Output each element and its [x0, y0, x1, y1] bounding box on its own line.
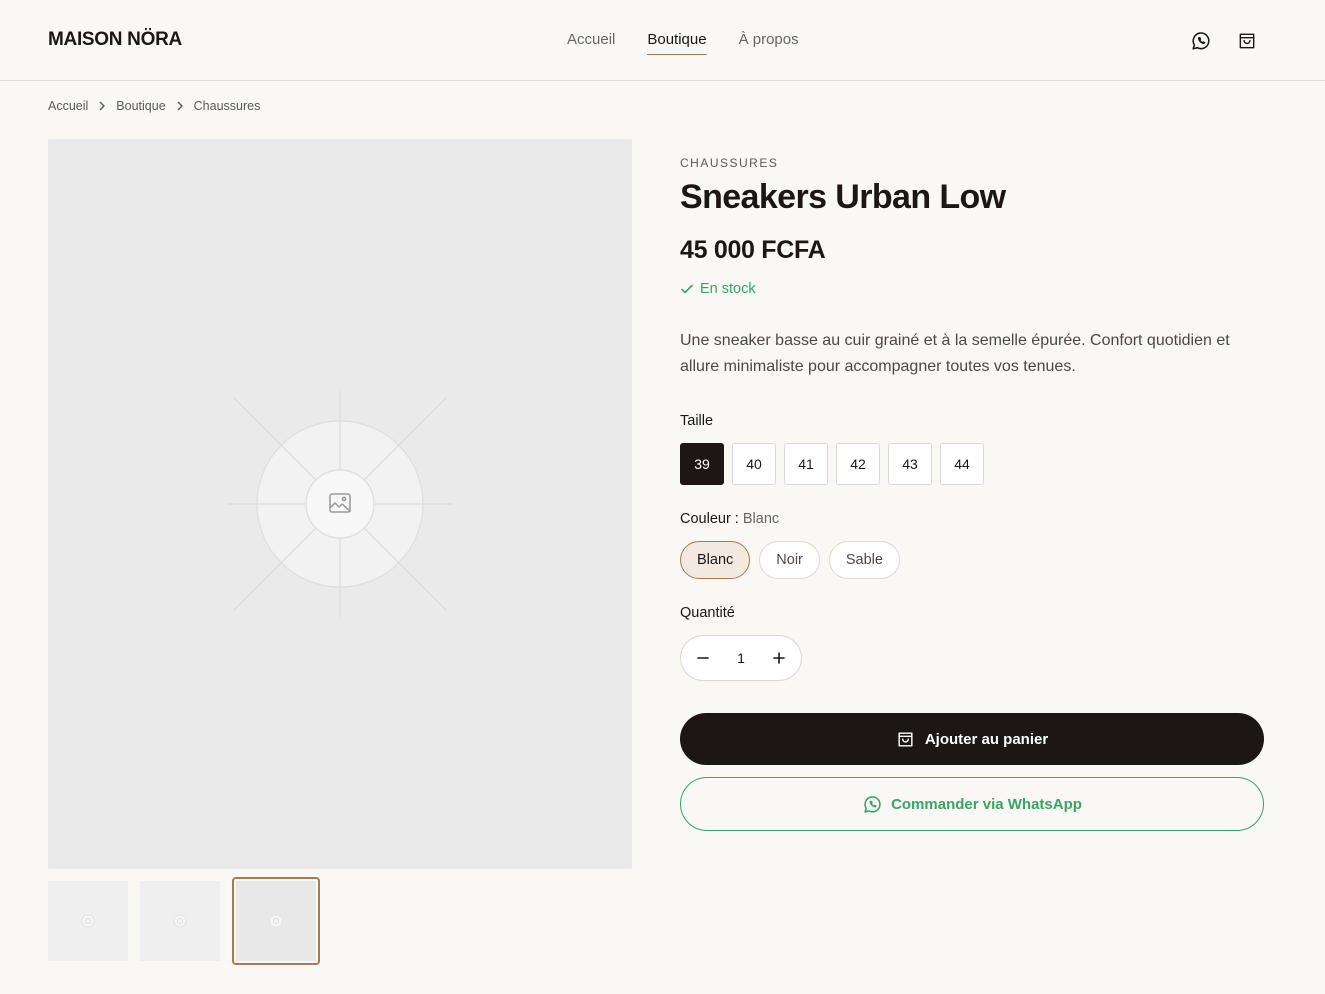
size-option-40[interactable]: 40: [732, 443, 776, 485]
breadcrumb: Accueil Boutique Chaussures: [48, 99, 260, 113]
product-description: Une sneaker basse au cuir grainé et à la…: [680, 332, 1230, 375]
image-placeholder-icon: [228, 391, 452, 617]
add-to-cart-label: Ajouter au panier: [924, 730, 1049, 748]
site-logo[interactable]: MAISON NÖRA: [48, 29, 182, 51]
image-placeholder-icon: [173, 914, 187, 928]
color-selector: Blanc Noir Sable: [680, 541, 900, 579]
image-placeholder-icon: [269, 914, 283, 928]
whatsapp-order-label: Commander via WhatsApp: [891, 795, 1082, 813]
nav-boutique[interactable]: Boutique: [647, 31, 707, 55]
thumbnail-2[interactable]: [140, 881, 220, 961]
whatsapp-icon: [864, 795, 881, 813]
size-label: Taille: [680, 413, 714, 429]
color-option-noir[interactable]: Noir: [759, 541, 820, 579]
breadcrumb-boutique[interactable]: Boutique: [116, 99, 165, 113]
minus-icon[interactable]: [695, 650, 711, 666]
quantity-value[interactable]: 1: [737, 650, 745, 666]
thumbnail-1[interactable]: [48, 881, 128, 961]
selected-color-value: Blanc: [742, 511, 780, 527]
stock-status: En stock: [680, 281, 756, 297]
nav-a-propos[interactable]: À propos: [739, 31, 799, 55]
color-option-blanc[interactable]: Blanc: [680, 541, 751, 579]
add-to-cart-button[interactable]: Ajouter au panier: [680, 713, 1264, 765]
quantity-stepper: 1: [680, 635, 802, 681]
chevron-right-icon: [176, 101, 184, 111]
shopping-bag-icon[interactable]: [1234, 28, 1260, 54]
plus-icon[interactable]: [771, 650, 787, 666]
color-label: Couleur : Blanc: [680, 511, 779, 527]
check-icon: [681, 284, 693, 294]
size-selector: 39 40 41 42 43 44: [680, 443, 984, 485]
breadcrumb-accueil[interactable]: Accueil: [48, 99, 88, 113]
product-price: 45 000 FCFA: [680, 236, 826, 264]
size-option-42[interactable]: 42: [836, 443, 880, 485]
thumbnail-list: [48, 877, 320, 965]
whatsapp-icon[interactable]: [1188, 28, 1214, 54]
header-actions: [1188, 28, 1260, 54]
product-category: CHAUSSURES: [680, 156, 779, 170]
main-nav: Accueil Boutique À propos: [567, 31, 799, 55]
site-header: MAISON NÖRA Accueil Boutique À propos: [0, 0, 1325, 81]
stock-label: En stock: [700, 281, 756, 297]
breadcrumb-current: Chaussures: [193, 99, 261, 113]
size-option-41[interactable]: 41: [784, 443, 828, 485]
product-main-image[interactable]: [48, 139, 632, 869]
color-option-sable[interactable]: Sable: [828, 541, 900, 579]
image-placeholder-icon: [81, 914, 95, 928]
whatsapp-order-button[interactable]: Commander via WhatsApp: [680, 777, 1264, 831]
nav-accueil[interactable]: Accueil: [567, 31, 615, 55]
product-title: Sneakers Urban Low: [680, 178, 1006, 216]
quantity-label: Quantité: [680, 605, 735, 621]
thumbnail-3[interactable]: [232, 877, 320, 965]
size-option-44[interactable]: 44: [940, 443, 984, 485]
chevron-right-icon: [98, 101, 106, 111]
shopping-bag-icon: [898, 731, 913, 747]
color-label-text: Couleur :: [680, 511, 739, 527]
size-option-39[interactable]: 39: [680, 443, 724, 485]
size-option-43[interactable]: 43: [888, 443, 932, 485]
